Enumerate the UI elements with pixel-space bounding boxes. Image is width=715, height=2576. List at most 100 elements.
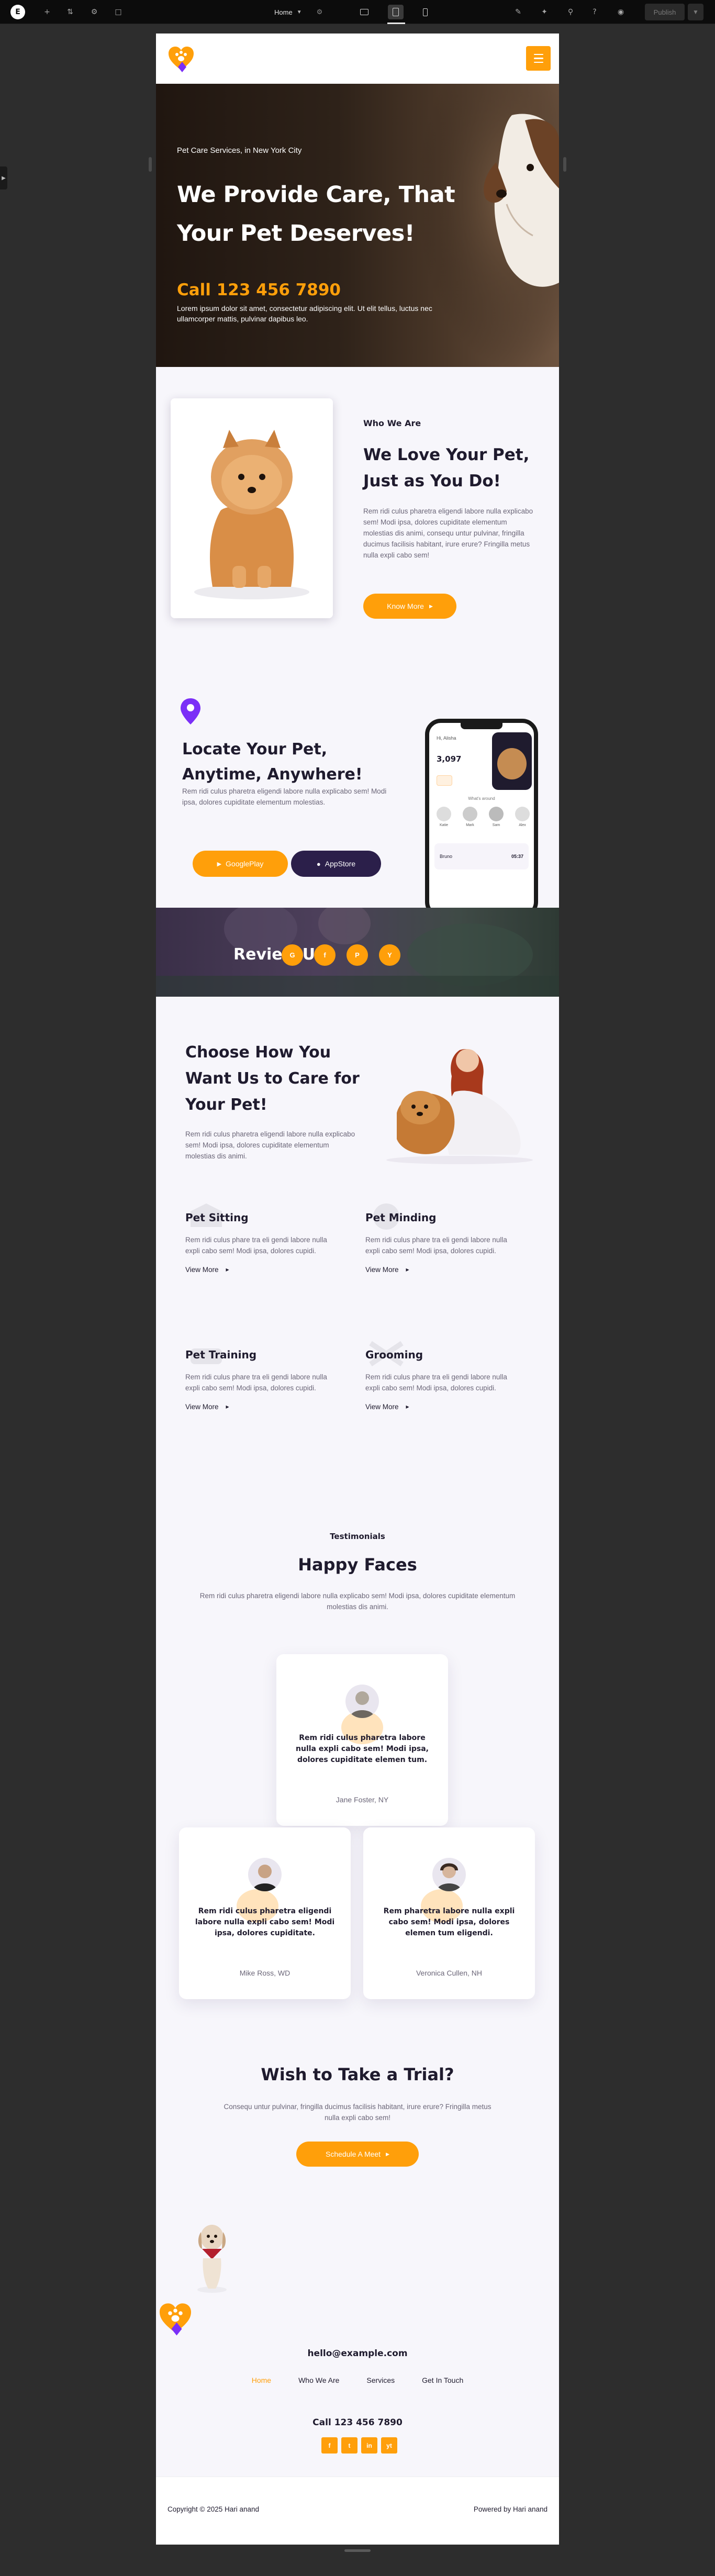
- facebook-icon[interactable]: f: [321, 2437, 338, 2454]
- panel-toggle-arrow-icon[interactable]: ▶: [0, 166, 7, 189]
- search-icon[interactable]: ⚲: [565, 7, 576, 17]
- caret-right-icon: ▶: [406, 1267, 409, 1272]
- app-phone-mockup: Hi, Alisha 3,097 What's around Katie Mar…: [425, 719, 538, 918]
- app-person[interactable]: Katie: [433, 807, 454, 827]
- tablet-icon: [393, 8, 399, 16]
- testimonial-card: Rem ridi culus pharetra eligendi labore …: [179, 1827, 351, 1999]
- pet-sitting-icon: [191, 1203, 222, 1227]
- tablet-view-button[interactable]: [388, 5, 404, 19]
- footer-logo[interactable]: [157, 2300, 194, 2337]
- site-footer: hello@example.com Home Who We Are Servic…: [156, 2216, 559, 2545]
- mobile-icon: [422, 8, 428, 16]
- add-element-icon[interactable]: +: [42, 7, 52, 17]
- avatar: [432, 1858, 466, 1891]
- pinterest-review-icon[interactable]: P: [347, 944, 368, 966]
- services-title: Choose How You Want Us to Care for Your …: [185, 1043, 360, 1114]
- girl-with-dog-image: [386, 1049, 533, 1164]
- app-person-name: Mark: [466, 823, 474, 827]
- desktop-view-button[interactable]: [356, 5, 372, 19]
- service-view-more-link[interactable]: View More ▶: [185, 1403, 342, 1411]
- footer-nav-home[interactable]: Home: [252, 2376, 271, 2384]
- yelp-review-icon[interactable]: Y: [379, 944, 400, 966]
- linkedin-icon[interactable]: in: [361, 2437, 377, 2454]
- app-dog-card: [492, 732, 532, 790]
- service-view-more-link[interactable]: View More ▶: [185, 1266, 342, 1274]
- review-us-banner: Review Us G f P Y: [156, 908, 559, 997]
- avatar: [515, 807, 530, 821]
- footer-nav-services[interactable]: Services: [366, 2376, 395, 2384]
- help-icon[interactable]: ?: [589, 7, 600, 17]
- schedule-meet-button[interactable]: Schedule A Meet ▶: [296, 2142, 419, 2167]
- footer-social-links: f t in yt: [321, 2437, 397, 2454]
- mobile-view-button[interactable]: [417, 5, 433, 19]
- app-dog-image: [497, 748, 527, 779]
- view-more-label: View More: [365, 1266, 399, 1274]
- footer-bottom-bar: Copyright © 2025 Hari anand Powered by H…: [156, 2477, 559, 2545]
- testimonials-tag: Testimonials: [330, 1532, 385, 1541]
- footer-nav-who-we-are[interactable]: Who We Are: [298, 2376, 339, 2384]
- hero-title: We Provide Care, That Your Pet Deserves!: [177, 182, 455, 247]
- preview-eye-icon[interactable]: ◉: [616, 7, 626, 17]
- app-steps: 3,097: [437, 754, 462, 764]
- review-title: Review Us: [233, 945, 325, 964]
- testimonials-title: Happy Faces: [298, 1555, 417, 1575]
- youtube-icon[interactable]: yt: [381, 2437, 397, 2454]
- publish-options-chevron-icon[interactable]: ▼: [688, 4, 703, 20]
- service-description: Rem ridi culus phare tra eli gendi labor…: [365, 1236, 507, 1255]
- app-person[interactable]: Alex: [512, 807, 533, 827]
- avatar: [437, 807, 451, 821]
- settings-icon[interactable]: ⚙: [89, 7, 99, 17]
- testimonial-card: Rem ridi culus pharetra labore nulla exp…: [276, 1654, 448, 1826]
- canvas-resize-handle-left[interactable]: [149, 157, 152, 172]
- app-people-row: Katie Mark Sam Alex: [433, 807, 533, 827]
- locate-description: Rem ridi culus pharetra eligendi labore …: [182, 787, 387, 806]
- who-tag: Who We Are: [363, 418, 421, 428]
- grooming-icon: [369, 1341, 404, 1367]
- locate-section: Locate Your Pet, Anytime, Anywhere! Rem …: [156, 676, 559, 918]
- pet-training-icon: [191, 1348, 222, 1364]
- service-view-more-link[interactable]: View More ▶: [365, 1403, 522, 1411]
- google-review-icon[interactable]: G: [282, 944, 303, 966]
- page-canvas: Pet Care Services, in New York City We P…: [156, 34, 559, 2545]
- know-more-button[interactable]: Know More ▶: [363, 594, 456, 619]
- edit-pen-icon[interactable]: ✎: [513, 7, 523, 17]
- footer-phone[interactable]: Call 123 456 7890: [156, 2417, 559, 2428]
- canvas-bottom-handle[interactable]: [344, 2549, 371, 2552]
- facebook-review-icon[interactable]: f: [314, 944, 336, 966]
- comments-icon[interactable]: □: [113, 7, 124, 17]
- caret-right-icon: ▶: [386, 2151, 389, 2157]
- publish-button[interactable]: Publish: [645, 4, 685, 20]
- app-card-icon: [437, 775, 452, 786]
- copyright-text: Copyright © 2025 Hari anand: [167, 2505, 260, 2513]
- app-store-button[interactable]: ● AppStore: [291, 851, 381, 877]
- app-bottom-name: Bruno: [440, 854, 453, 859]
- page-settings-icon[interactable]: ⚙: [317, 8, 323, 16]
- app-bottom-value: 05:37: [511, 854, 523, 859]
- elementor-logo-icon[interactable]: E: [10, 5, 25, 19]
- service-view-more-link[interactable]: View More ▶: [365, 1266, 522, 1274]
- app-person[interactable]: Sam: [486, 807, 507, 827]
- page-selector[interactable]: Home ▼ ⚙: [274, 6, 322, 18]
- notes-icon[interactable]: ✦: [539, 7, 550, 17]
- heart-paw-logo[interactable]: [166, 44, 196, 73]
- who-we-are-section: Who We Are We Love Your Pet, Just as You…: [156, 367, 559, 676]
- service-card: Pet Training Rem ridi culus phare tra el…: [185, 1348, 342, 1411]
- phone-notch: [461, 723, 502, 729]
- powered-by-text: Powered by Hari anand: [473, 2505, 548, 2513]
- google-play-button[interactable]: ▶ GooglePlay: [193, 851, 288, 877]
- twitter-icon[interactable]: t: [341, 2437, 358, 2454]
- hamburger-menu-button[interactable]: [526, 46, 551, 71]
- footer-email[interactable]: hello@example.com: [156, 2348, 559, 2359]
- app-person[interactable]: Mark: [460, 807, 481, 827]
- caret-right-icon: ▶: [226, 1404, 229, 1409]
- testimonial-name: Veronica Cullen, NH: [416, 1969, 483, 1977]
- footer-nav-get-in-touch[interactable]: Get In Touch: [422, 2376, 463, 2384]
- canvas-resize-handle-right[interactable]: [563, 157, 566, 172]
- structure-icon[interactable]: ⇅: [65, 7, 75, 17]
- page-name: Home: [274, 8, 293, 16]
- active-device-indicator: [387, 23, 405, 24]
- avatar: [248, 1858, 282, 1891]
- hero-phone[interactable]: Call 123 456 7890: [177, 281, 341, 299]
- testimonials-description: Rem ridi culus pharetra eligendi labore …: [199, 1592, 516, 1611]
- avatar: [463, 807, 477, 821]
